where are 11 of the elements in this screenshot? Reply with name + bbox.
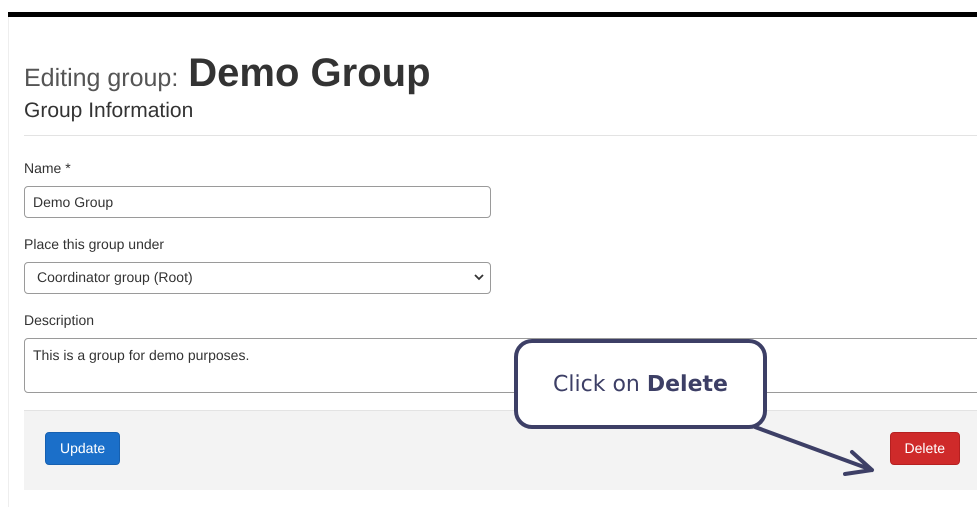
update-button[interactable]: Update — [45, 432, 120, 464]
field-label: Description — [24, 310, 94, 330]
field-label: Name * — [24, 158, 71, 178]
name-field[interactable]: Demo Group — [24, 186, 491, 218]
field-label: Place this group under — [24, 234, 164, 254]
delete-button[interactable]: Delete — [890, 432, 960, 464]
group-name-heading: Demo Group — [188, 50, 431, 97]
chevron-down-icon — [474, 274, 484, 281]
section-title: Group Information — [24, 98, 194, 124]
page-heading-prefix: Editing group: — [24, 63, 178, 94]
parent-group-select[interactable]: Coordinator group (Root) — [24, 262, 491, 294]
